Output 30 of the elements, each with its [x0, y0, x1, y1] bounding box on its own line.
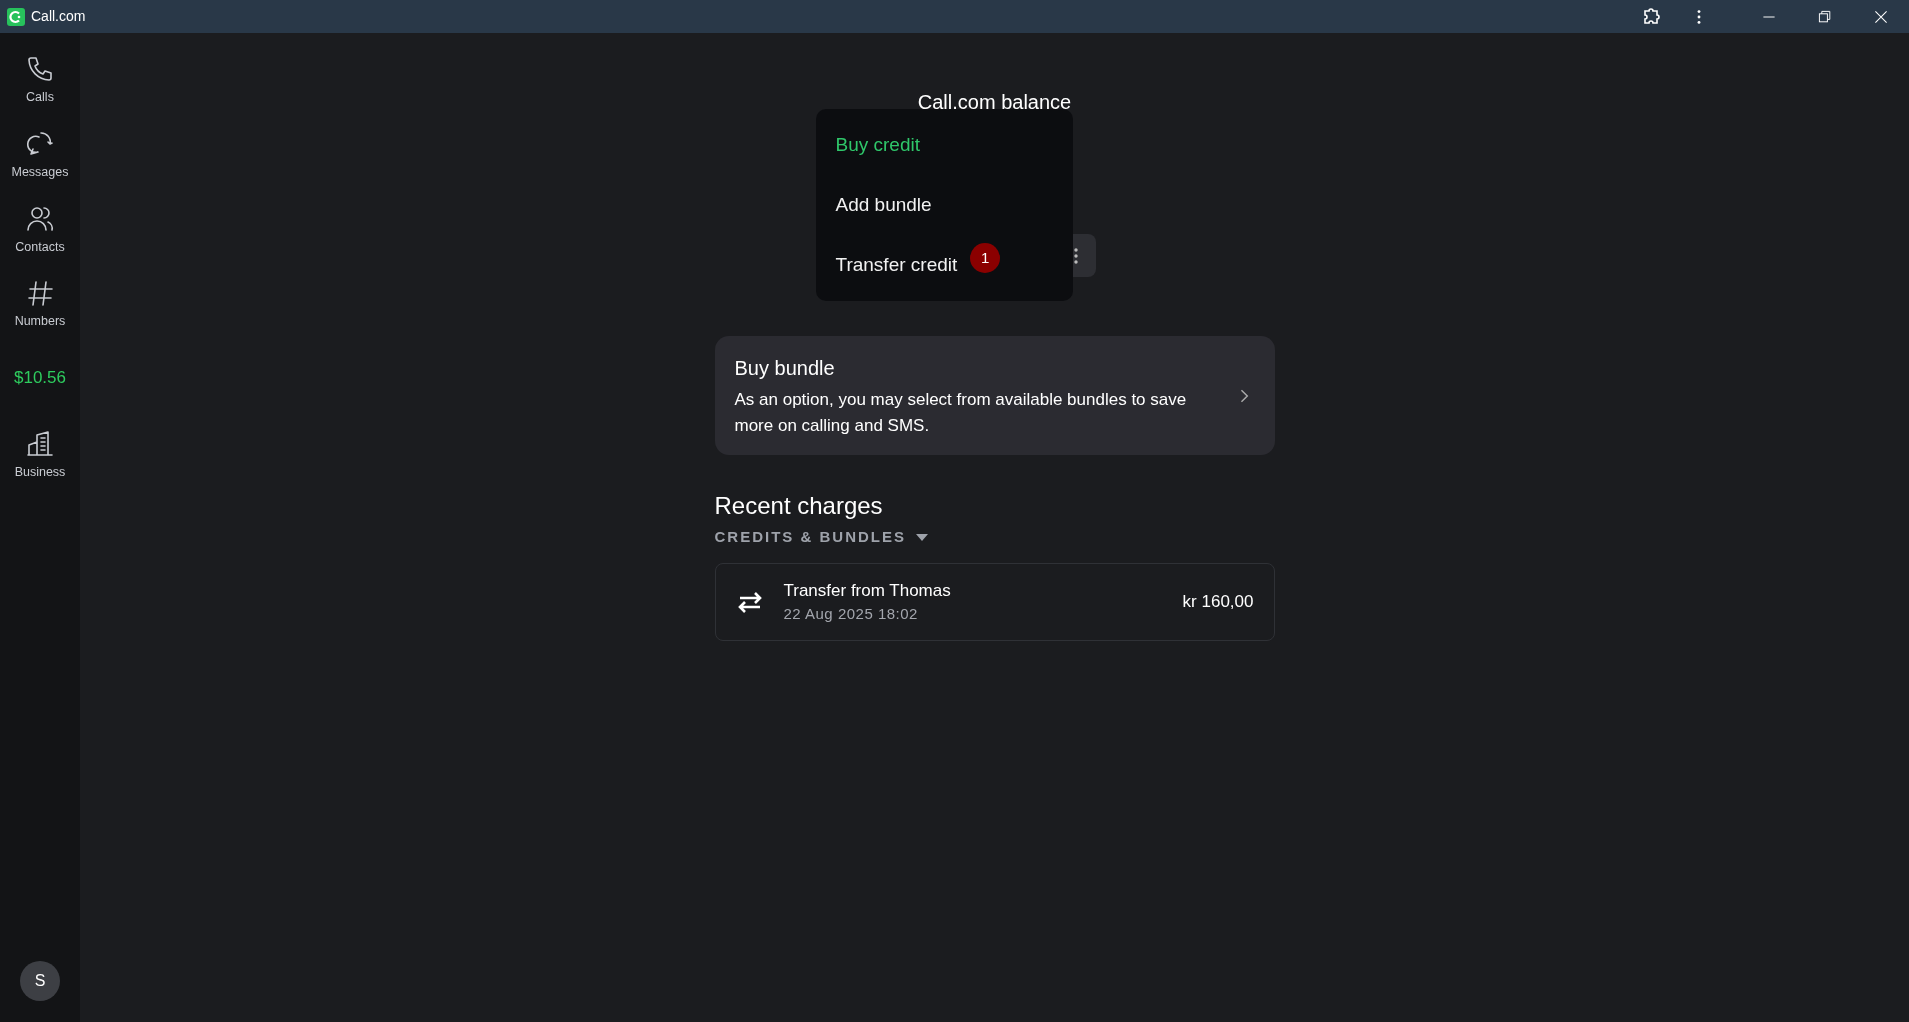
transaction-date: 22 Aug 2025 18:02: [783, 604, 919, 624]
app-logo-icon: [7, 7, 25, 26]
transaction-amount: kr 160,00: [1182, 590, 1254, 613]
phone-icon: [25, 54, 55, 84]
balance-title: Call.com balance: [916, 91, 1073, 113]
menu-item[interactable]: Add bundle: [815, 175, 1073, 235]
extensions-icon[interactable]: [1641, 6, 1661, 27]
window-title: Call.com: [31, 7, 86, 26]
sidebar-item[interactable]: Calls: [2, 54, 78, 107]
card-title: Buy bundle: [734, 356, 836, 381]
restore-icon[interactable]: [1817, 8, 1833, 25]
menu-item[interactable]: Buy credit: [815, 115, 1073, 175]
bundle-card[interactable]: Buy bundle As an option, you may select from available bundles to save more on calling and SMS.: [714, 336, 1275, 455]
caret-icon: [916, 533, 928, 541]
sidebar-item[interactable]: Messages: [2, 128, 78, 182]
menu-item[interactable]: Transfer credit 1: [815, 235, 1073, 295]
close-icon[interactable]: [1873, 8, 1889, 25]
balance-amount: $10.56: [14, 367, 66, 389]
sidebar-item[interactable]: Numbers: [2, 278, 78, 331]
transaction-title: Transfer from Thomas: [783, 579, 951, 602]
notification-badge: 1: [970, 243, 1001, 273]
filter-dropdown[interactable]: CREDITS & BUNDLES: [714, 526, 928, 549]
building-icon: [25, 428, 55, 459]
hash-icon: [25, 278, 55, 309]
section-title: Recent charges: [714, 491, 884, 521]
card-description: As an option, you may select from available bundles to save more on calling and SMS.: [734, 389, 1188, 437]
sidebar-item[interactable]: Business: [2, 428, 78, 482]
more-icon: [1072, 245, 1079, 266]
sidebar-item[interactable]: Contacts: [2, 203, 78, 257]
avatar[interactable]: S: [20, 961, 60, 1001]
